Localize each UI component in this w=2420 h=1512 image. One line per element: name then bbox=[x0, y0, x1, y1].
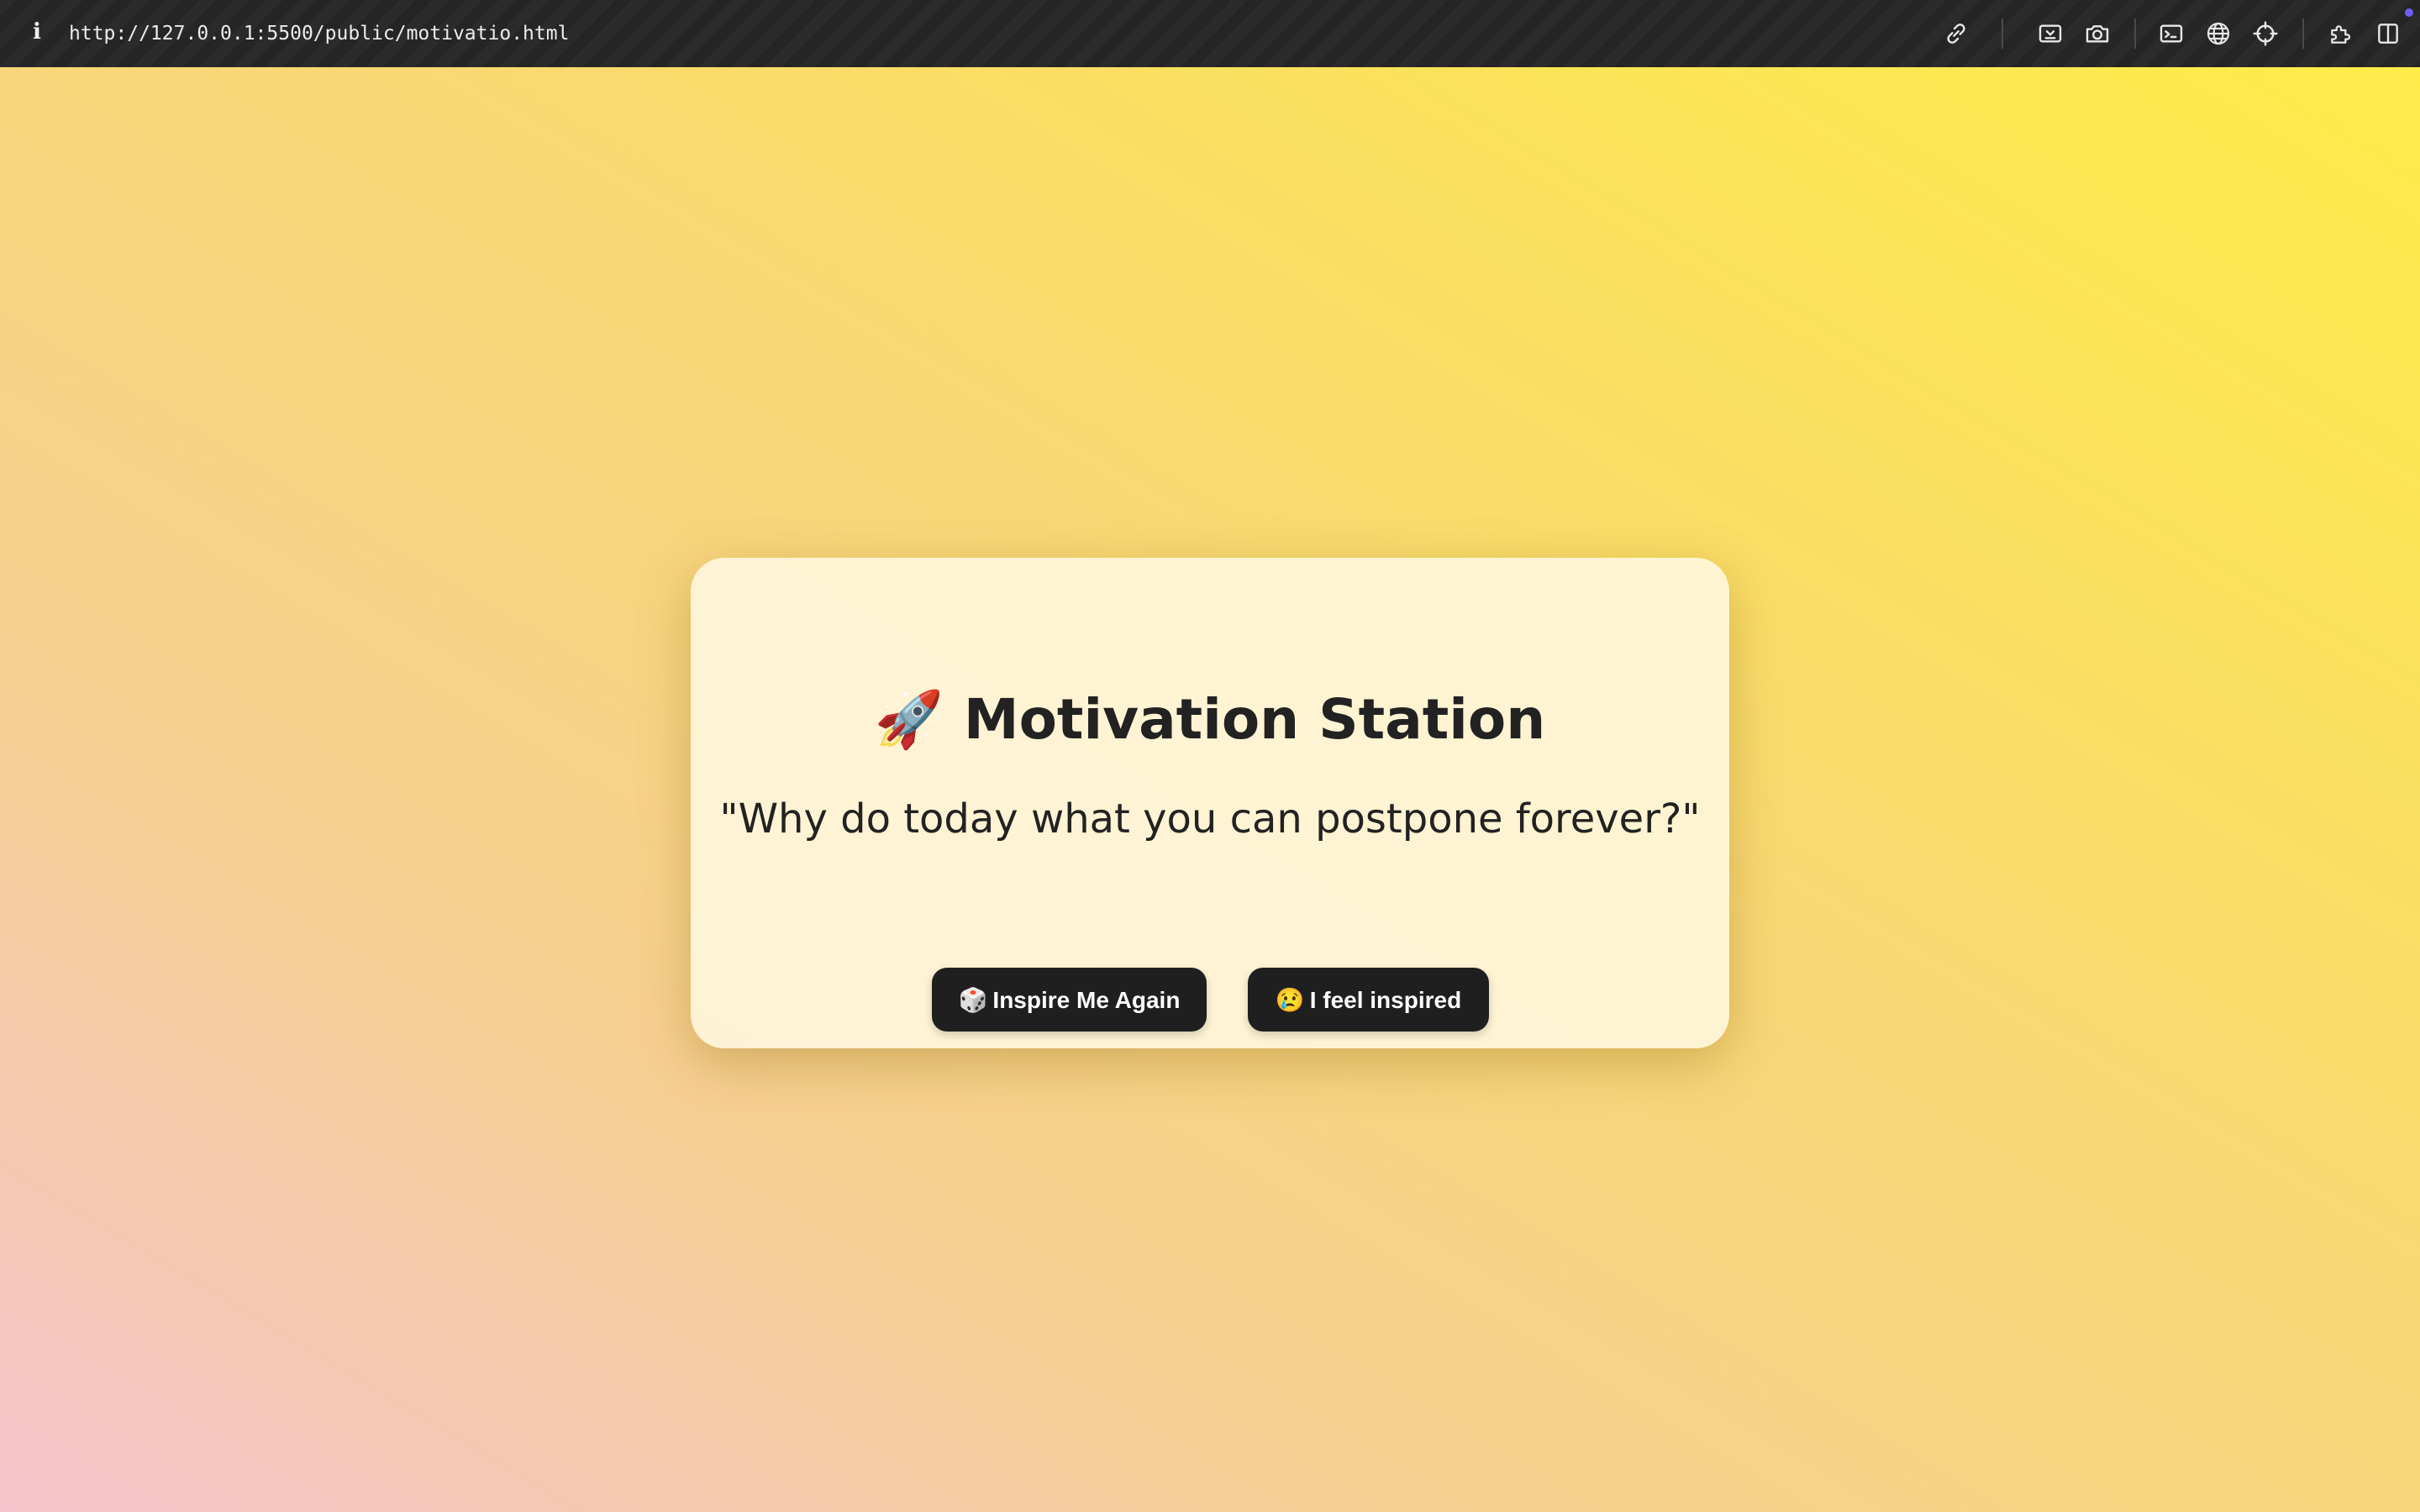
inspire-me-again-button[interactable]: 🎲 Inspire Me Again bbox=[932, 968, 1207, 1032]
title-text: Motivation Station bbox=[963, 687, 1546, 752]
split-view-icon[interactable] bbox=[2371, 17, 2405, 50]
rocket-icon: 🚀 bbox=[874, 687, 944, 752]
crying-face-icon: 😢 bbox=[1275, 987, 1305, 1013]
toolbar-divider bbox=[2302, 18, 2304, 49]
toolbar-divider bbox=[2002, 18, 2003, 49]
dice-icon: 🎲 bbox=[958, 987, 988, 1013]
globe-icon[interactable] bbox=[2202, 17, 2235, 50]
screenshot-icon[interactable] bbox=[2033, 17, 2067, 50]
browser-toolbar: i http://127.0.0.1:5500/public/motivatio… bbox=[0, 0, 2420, 67]
feel-button-label: I feel inspired bbox=[1309, 987, 1462, 1013]
inspire-button-label: Inspire Me Again bbox=[992, 987, 1181, 1013]
url-bar[interactable]: http://127.0.0.1:5500/public/motivatio.h… bbox=[69, 17, 569, 50]
terminal-icon[interactable] bbox=[2154, 17, 2188, 50]
crosshair-icon[interactable] bbox=[2249, 17, 2282, 50]
page-background: 🚀 Motivation Station "Why do today what y… bbox=[0, 67, 2420, 1512]
page-title: 🚀 Motivation Station bbox=[691, 682, 1729, 758]
notification-dot bbox=[2405, 8, 2413, 17]
quote-text: "Why do today what you can postpone fore… bbox=[719, 795, 1701, 843]
camera-icon[interactable] bbox=[2081, 17, 2114, 50]
i-feel-inspired-button[interactable]: 😢 I feel inspired bbox=[1248, 968, 1489, 1032]
toolbar-divider bbox=[2134, 18, 2136, 49]
link-icon[interactable] bbox=[1939, 17, 1973, 50]
info-icon[interactable]: i bbox=[29, 15, 45, 49]
extensions-icon[interactable] bbox=[2324, 17, 2358, 50]
motivation-card: 🚀 Motivation Station "Why do today what y… bbox=[691, 558, 1729, 1048]
